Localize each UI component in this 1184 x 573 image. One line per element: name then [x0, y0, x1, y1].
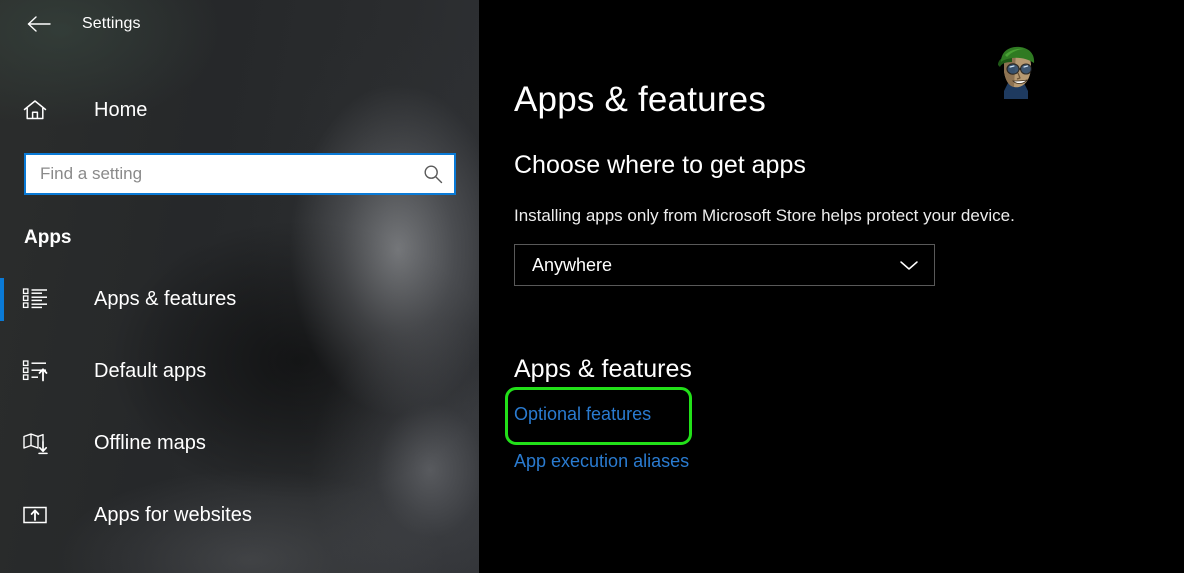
- sidebar-item-offline-maps[interactable]: Offline maps: [0, 419, 479, 467]
- chevron-down-icon[interactable]: [898, 258, 920, 272]
- link-optional-features[interactable]: Optional features: [514, 404, 651, 425]
- back-button[interactable]: [20, 8, 58, 40]
- sidebar-nav-list: Apps & features Default apps Offline map…: [0, 275, 479, 539]
- list-arrow-up-icon: [22, 358, 56, 384]
- sidebar-item-home[interactable]: Home: [0, 88, 479, 132]
- title-bar: Settings: [0, 0, 479, 48]
- window-title: Settings: [82, 15, 141, 32]
- sidebar-item-apps-and-features[interactable]: Apps & features: [0, 275, 479, 323]
- search-box[interactable]: [24, 153, 456, 195]
- back-arrow-icon: [26, 15, 52, 33]
- main-content: Apps & features Choose where to get apps…: [479, 0, 1184, 573]
- navigation-sidebar: Settings Home Find a setting Apps Apps &…: [0, 0, 479, 573]
- search-icon[interactable]: [416, 163, 444, 185]
- sidebar-item-home-label: Home: [94, 98, 148, 121]
- section-title-apps-and-features: Apps & features: [514, 355, 692, 383]
- sidebar-item-label: Apps & features: [94, 287, 237, 310]
- window-arrow-up-icon: [22, 502, 56, 528]
- sidebar-item-default-apps[interactable]: Default apps: [0, 347, 479, 395]
- section-description: Installing apps only from Microsoft Stor…: [514, 206, 1015, 225]
- search-input[interactable]: [40, 164, 416, 184]
- sidebar-group-title: Apps: [24, 227, 72, 248]
- sidebar-item-label: Offline maps: [94, 431, 206, 454]
- dropdown-selected-value: Anywhere: [532, 254, 613, 275]
- sidebar-item-label: Default apps: [94, 359, 207, 382]
- list-bullet-icon: [22, 286, 56, 312]
- optional-features-link-row: Optional features: [505, 387, 1184, 445]
- settings-window: Settings Home Find a setting Apps Apps &…: [0, 0, 1184, 573]
- sidebar-item-label: Apps for websites: [94, 503, 252, 526]
- link-app-execution-aliases[interactable]: App execution aliases: [514, 451, 689, 472]
- get-apps-from-dropdown[interactable]: Anywhere: [514, 244, 935, 286]
- app-execution-aliases-link-row: App execution aliases: [514, 451, 1184, 472]
- selection-indicator: [0, 278, 4, 321]
- page-title: Apps & features: [514, 80, 767, 119]
- cartoon-face-logo: [990, 43, 1044, 99]
- home-icon: [22, 98, 56, 122]
- section-title-choose-where: Choose where to get apps: [514, 151, 806, 179]
- sidebar-item-apps-for-websites[interactable]: Apps for websites: [0, 491, 479, 539]
- map-download-icon: [22, 430, 56, 456]
